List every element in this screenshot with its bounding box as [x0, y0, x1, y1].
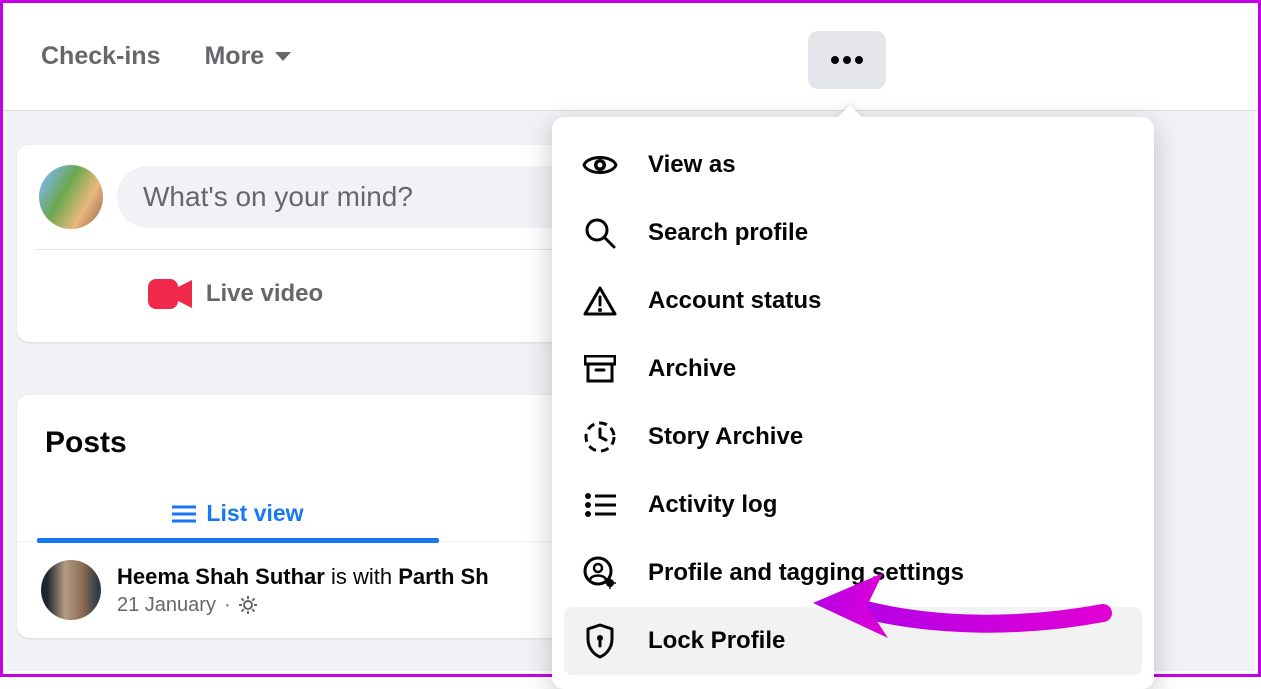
eye-icon [580, 145, 620, 185]
gear-icon[interactable] [239, 596, 257, 614]
menu-label: Lock Profile [648, 627, 785, 655]
posts-heading: Posts [45, 426, 127, 460]
menu-item-lock-profile[interactable]: Lock Profile [564, 607, 1142, 675]
caret-down-icon [274, 51, 292, 63]
tab-label: List view [206, 500, 303, 527]
menu-label: View as [648, 151, 736, 179]
menu-label: Archive [648, 355, 736, 383]
warning-triangle-icon [580, 281, 620, 321]
search-icon [580, 213, 620, 253]
menu-label: Story Archive [648, 423, 803, 451]
tab-label: More [204, 42, 264, 71]
menu-item-view-as[interactable]: View as [564, 131, 1142, 199]
tab-checkins[interactable]: Check-ins [41, 42, 160, 71]
menu-item-account-status[interactable]: Account status [564, 267, 1142, 335]
clock-history-icon [580, 417, 620, 457]
menu-label: Activity log [648, 491, 777, 519]
menu-item-archive[interactable]: Archive [564, 335, 1142, 403]
author-name[interactable]: Heema Shah Suthar [117, 564, 325, 589]
menu-item-activity-log[interactable]: Activity log [564, 471, 1142, 539]
menu-label: Search profile [648, 219, 808, 247]
list-icon [172, 504, 196, 524]
menu-item-profile-tagging[interactable]: Profile and tagging settings [564, 539, 1142, 607]
tab-more[interactable]: More [204, 42, 292, 71]
composer-placeholder: What's on your mind? [143, 181, 413, 213]
tab-list-view[interactable]: List view [27, 482, 449, 541]
ellipsis-icon [829, 55, 865, 65]
avatar[interactable] [39, 165, 103, 229]
action-label: Live video [206, 280, 323, 308]
tab-label: Check-ins [41, 42, 160, 71]
menu-item-search-profile[interactable]: Search profile [564, 199, 1142, 267]
verb-text: is with [325, 564, 398, 589]
post-author-line: Heema Shah Suthar is with Parth Sh [117, 564, 489, 590]
tagged-name[interactable]: Parth Sh [398, 564, 488, 589]
avatar[interactable] [41, 560, 101, 620]
shield-lock-icon [580, 621, 620, 661]
video-camera-icon [148, 277, 192, 311]
profile-more-menu: View as Search profile Account status Ar… [552, 117, 1154, 689]
dot: · [224, 594, 231, 617]
menu-item-story-archive[interactable]: Story Archive [564, 403, 1142, 471]
post-date: 21 January [117, 594, 216, 617]
profile-tabbar: Check-ins More [3, 3, 1258, 111]
profile-gear-icon [580, 553, 620, 593]
list-bullet-icon [580, 485, 620, 525]
archive-box-icon [580, 349, 620, 389]
live-video-button[interactable]: Live video [27, 266, 444, 322]
menu-label: Account status [648, 287, 821, 315]
more-options-button[interactable] [808, 31, 886, 89]
menu-label: Profile and tagging settings [648, 559, 964, 587]
